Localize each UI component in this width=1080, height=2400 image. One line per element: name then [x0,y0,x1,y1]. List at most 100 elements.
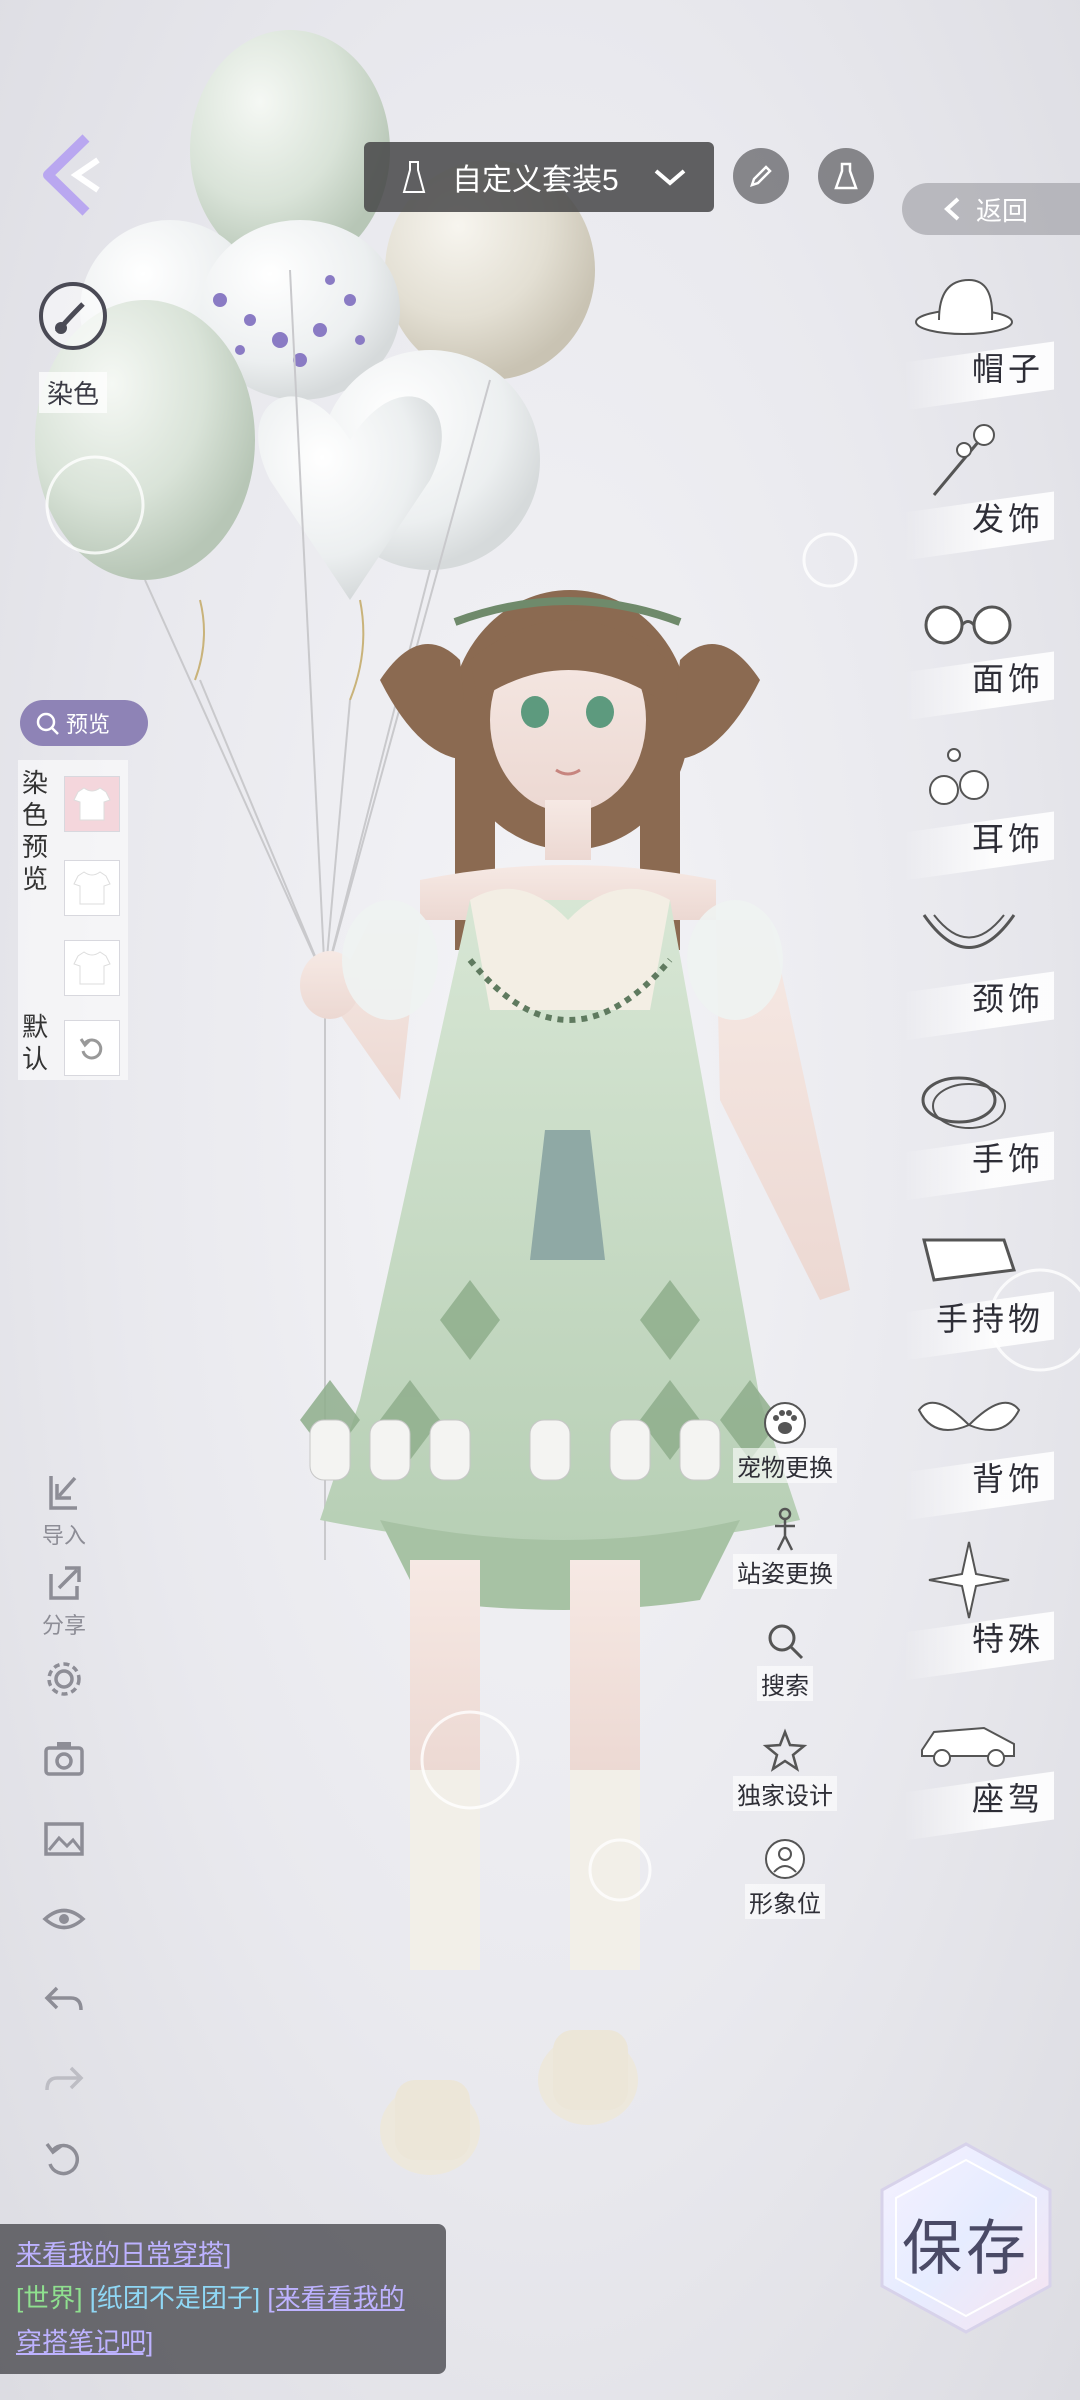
back-arrow-button[interactable] [36,130,106,220]
outfit-selector-dropdown[interactable]: 自定义套装5 [364,142,714,212]
settings-button[interactable] [28,1656,100,1702]
handheld-icon [922,1238,1017,1282]
necklace-icon [922,914,1016,949]
character [300,590,850,2175]
dye-brush-icon [39,282,107,350]
category-label: 座驾 [971,1781,1044,1817]
gallery-button[interactable] [28,1816,100,1862]
dye-button[interactable]: 染色 [28,280,118,413]
category-label: 特殊 [971,1621,1044,1657]
exclusive-design-button[interactable]: 独家设计 [728,1728,842,1811]
share-label: 分享 [41,1613,86,1638]
import-label: 导入 [41,1523,86,1548]
chevron-left-icon [43,134,100,216]
star-burst-icon [928,1541,1010,1619]
image-icon [44,1822,84,1856]
heart-balloon [258,396,442,600]
eye-search-icon [36,712,59,735]
reset-icon [45,2142,80,2176]
edit-outfit-button[interactable] [733,148,789,204]
dye-label: 染色 [38,372,107,413]
hairpin-icon [932,424,995,496]
category-earrings[interactable]: 耳饰 [904,740,1054,881]
return-label: 返回 [976,195,1029,226]
category-back-accessory[interactable]: 背饰 [904,1380,1054,1521]
chat-message-line[interactable]: 来看我的日常穿搭] [16,2232,430,2276]
confetti-dots [213,275,365,367]
paw-icon [764,1402,806,1444]
balloon [200,220,400,400]
chevron-down-icon [654,169,686,186]
category-hair-accessory[interactable]: 发饰 [904,420,1054,561]
pose-icon [775,1507,795,1551]
reset-button[interactable] [28,2136,100,2182]
category-label: 面饰 [971,661,1044,697]
undo-icon [44,1986,83,2011]
category-handheld[interactable]: 手持物 [904,1220,1054,1361]
search-button[interactable]: 搜索 [728,1618,842,1701]
car-icon [921,1726,1015,1767]
hat-icon [915,278,1013,335]
dye-reset-slot[interactable] [64,1020,120,1076]
redo-button[interactable] [28,2056,100,2102]
redo-icon [45,2066,84,2091]
search-icon [768,1624,804,1660]
outfit-name: 自定义套装5 [452,164,619,197]
category-label: 耳饰 [971,821,1044,857]
balloon [320,350,540,570]
star-icon [762,1728,808,1772]
glasses-icon [924,605,1012,645]
balloon [190,30,390,270]
chat-box[interactable]: 来看我的日常穿搭] [世界] [纸团不是团子] [来看看我的穿搭笔记吧] [0,2224,446,2374]
dye-preview-slot-3[interactable] [64,940,120,996]
category-label: 手持物 [935,1301,1044,1337]
preview-toggle-label: 预览 [66,712,111,737]
share-icon [49,1566,81,1600]
gear-icon [47,1662,81,1696]
pet-change-button[interactable]: 宠物更换 [728,1400,842,1483]
category-label: 背饰 [971,1461,1044,1497]
chevron-left-icon [944,197,960,221]
pose-change-label: 站姿更换 [733,1554,837,1589]
share-button[interactable]: 分享 [28,1560,100,1640]
category-vehicle[interactable]: 座驾 [904,1700,1054,1841]
dress-icon [834,162,858,190]
import-icon [49,1476,77,1510]
category-label: 发饰 [971,501,1044,537]
import-button[interactable]: 导入 [28,1470,100,1550]
shirt-icon [73,871,111,905]
category-label: 帽子 [971,351,1044,387]
shirt-icon [73,951,111,985]
dye-preview-slot-2[interactable] [64,860,120,916]
chat-username[interactable]: [纸团不是团子] [90,2283,260,2313]
category-necklace[interactable]: 颈饰 [904,900,1054,1041]
chat-channel: [世界] [16,2283,83,2313]
category-label: 颈饰 [971,981,1044,1017]
avatar-slot-label: 形象位 [745,1884,825,1919]
return-button[interactable]: 返回 [902,183,1080,235]
avatar-slot-button[interactable]: 形象位 [728,1836,842,1919]
dye-preview-slot-1[interactable] [64,776,120,832]
bracelet-icon [921,1076,1006,1129]
camera-icon [44,1742,84,1776]
undo-button[interactable] [28,1976,100,2022]
visibility-button[interactable] [28,1896,100,1942]
category-bracelet[interactable]: 手饰 [904,1060,1054,1201]
dye-preview-title: 染色预览 [22,769,49,894]
save-button[interactable]: 保存 [876,2140,1056,2336]
category-hat[interactable]: 帽子 [904,270,1054,411]
dress-icon [402,161,426,193]
category-face-accessory[interactable]: 面饰 [904,580,1054,721]
camera-button[interactable] [28,1736,100,1782]
pet-change-label: 宠物更换 [733,1448,837,1483]
wardrobe-button[interactable] [818,148,874,204]
wings-icon [917,1401,1021,1431]
category-special[interactable]: 特殊 [904,1540,1054,1681]
chat-message: [世界] [纸团不是团子] [来看看我的穿搭笔记吧] [16,2276,430,2364]
shirt-icon [73,787,111,821]
pose-change-button[interactable]: 站姿更换 [728,1506,842,1589]
default-title: 默认 [22,1013,49,1074]
category-label: 手饰 [971,1141,1044,1177]
preview-toggle[interactable]: 预览 [20,700,148,746]
reset-icon [79,1038,103,1060]
